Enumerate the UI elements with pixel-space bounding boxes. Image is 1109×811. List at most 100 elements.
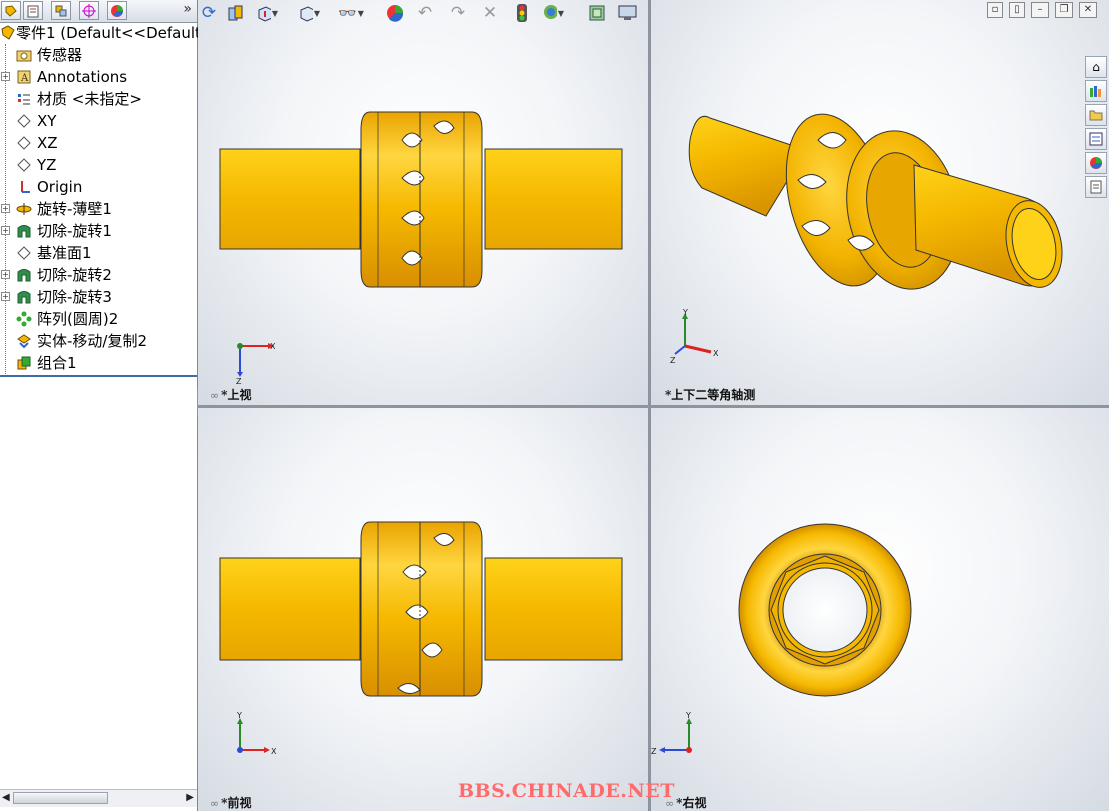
tree-more-chevron-icon[interactable]: »	[183, 1, 192, 17]
two-view-icon[interactable]: ▯	[1009, 2, 1025, 18]
task-pane-tabs: ⌂	[1083, 55, 1109, 200]
revolve-thin-icon	[16, 203, 32, 215]
close-icon[interactable]: ✕	[1079, 2, 1097, 18]
display-manager-icon	[111, 4, 123, 17]
triad-dimetric: Y X Z	[670, 308, 719, 365]
view-palette-icon[interactable]	[1085, 128, 1107, 150]
expand-plus-icon[interactable]: +	[1, 292, 10, 301]
feature-manager-panel: » 零件1 (Default<<Default 传感器 + A Annotations…	[0, 0, 201, 811]
dimxpert-manager-tab[interactable]	[79, 1, 99, 20]
tree-node-label: 切除-旋转3	[37, 288, 112, 306]
viewport-front-label: ∞ *前视	[210, 794, 251, 811]
tree-node[interactable]: + 切除-旋转3	[0, 286, 197, 308]
configuration-manager-tab[interactable]	[51, 1, 71, 20]
home-icon[interactable]: ⌂	[1085, 56, 1107, 78]
viewport-top-text: *上视	[221, 388, 252, 402]
hide-show-icon[interactable]: 👓 ▼	[338, 2, 364, 24]
expand-plus-icon[interactable]: +	[1, 270, 10, 279]
redo-icon[interactable]: ↷	[447, 2, 469, 24]
tree-node[interactable]: + A Annotations	[0, 66, 197, 88]
circular-pattern-icon	[16, 311, 32, 327]
scroll-left-arrow-icon[interactable]: ◀	[2, 792, 10, 803]
tree-root-part[interactable]: 零件1 (Default<<Default	[0, 22, 201, 44]
viewport-window-controls: ▫ ▯ – ❐ ✕	[987, 2, 1097, 18]
tree-node[interactable]: 材质 <未指定>	[0, 88, 197, 110]
tree-node-label: 传感器	[37, 46, 83, 64]
minimize-icon[interactable]: –	[1031, 2, 1049, 18]
view-settings-icon[interactable]	[586, 2, 608, 24]
expand-plus-icon[interactable]: +	[1, 226, 10, 235]
viewport-top-label: ∞ *上视	[210, 386, 251, 403]
tree-node[interactable]: + 切除-旋转1	[0, 220, 197, 242]
property-manager-icon	[27, 5, 39, 17]
tree-node[interactable]: + 旋转-薄壁1	[0, 198, 197, 220]
rotate-icon[interactable]: ⟳	[198, 2, 220, 24]
tree-node[interactable]: 实体-移动/复制2	[0, 330, 197, 352]
viewport-front-text: *前视	[221, 796, 252, 810]
restore-icon[interactable]: ❐	[1055, 2, 1073, 18]
tree-root-label: 零件1 (Default<<Default	[16, 24, 201, 42]
origin-icon	[21, 181, 30, 193]
cut-revolve-icon	[17, 291, 31, 304]
configuration-manager-icon	[55, 5, 67, 16]
tree-node[interactable]: XY	[0, 110, 197, 132]
monitor-icon[interactable]	[617, 2, 639, 24]
section-view-icon[interactable]	[224, 2, 246, 24]
file-explorer-icon[interactable]	[1085, 104, 1107, 126]
appearance-icon[interactable]	[384, 2, 406, 24]
scroll-right-arrow-icon[interactable]: ▶	[186, 792, 194, 803]
tree-node-label: 实体-移动/复制2	[37, 332, 148, 350]
single-view-icon[interactable]: ▫	[987, 2, 1003, 18]
tree-node[interactable]: + 切除-旋转2	[0, 264, 197, 286]
front-axis-x-label: X	[271, 747, 277, 756]
viewport-top[interactable]: X Z ∞ *上视 ⟳ ▼ ▼ 👓 ▼ ↶ ↷ ✕ ▼	[198, 0, 648, 405]
plane-icon	[17, 114, 31, 128]
view-orientation-icon[interactable]: ▼	[256, 2, 278, 24]
watermark-text: BBS.CHINADE.NET	[458, 780, 675, 802]
svg-text:A: A	[20, 73, 29, 84]
tree-node-label: XY	[37, 112, 57, 130]
tree-node[interactable]: 组合1	[0, 352, 197, 374]
tree-node-label: 阵列(圆周)2	[37, 310, 119, 328]
property-manager-tab[interactable]	[23, 1, 43, 20]
tree-node-label: 基准面1	[37, 244, 92, 262]
tree-node-label: YZ	[37, 156, 57, 174]
tree-node[interactable]: 基准面1	[0, 242, 197, 264]
custom-properties-icon[interactable]	[1085, 176, 1107, 198]
feature-manager-tab[interactable]	[1, 1, 21, 20]
viewport-front[interactable]: Y X ∞ *前视	[198, 408, 648, 811]
undo-icon[interactable]: ↶	[414, 2, 436, 24]
plane-icon	[17, 136, 31, 150]
tree-horizontal-scrollbar[interactable]: ◀ ▶	[0, 789, 197, 807]
traffic-light-icon[interactable]	[511, 2, 533, 24]
expand-plus-icon[interactable]: +	[1, 72, 10, 81]
scroll-thumb[interactable]	[13, 792, 108, 804]
vertical-viewport-splitter[interactable]	[648, 0, 651, 811]
expand-plus-icon[interactable]: +	[1, 204, 10, 213]
heads-up-view-toolbar: ⟳ ▼ ▼ 👓 ▼ ↶ ↷ ✕ ▼	[198, 0, 648, 28]
graphics-area[interactable]: X Z ∞ *上视 ⟳ ▼ ▼ 👓 ▼ ↶ ↷ ✕ ▼ Y X Z *上下二等角…	[198, 0, 1109, 811]
appearances-icon[interactable]	[1085, 152, 1107, 174]
right-axis-y-label: Y	[685, 712, 691, 720]
tree-node[interactable]: 传感器	[0, 44, 197, 66]
design-library-icon[interactable]	[1085, 80, 1107, 102]
tree-node-label: Annotations	[37, 68, 128, 86]
tree-node-label: 组合1	[37, 354, 77, 372]
link-views-icon: ∞	[210, 797, 220, 810]
tree-node[interactable]: XZ	[0, 132, 197, 154]
viewport-dimetric[interactable]: Y X Z *上下二等角轴测 ▫ ▯ – ❐ ✕ ⌂	[651, 0, 1109, 405]
tree-node[interactable]: Origin	[0, 176, 197, 198]
viewport-right[interactable]: Y Z ∞ *右视	[651, 408, 1109, 811]
combine-icon	[17, 356, 31, 370]
triad-right: Y Z	[651, 712, 692, 756]
display-manager-tab[interactable]	[107, 1, 127, 20]
axis-x-label: X	[270, 342, 276, 351]
tree-node[interactable]: YZ	[0, 154, 197, 176]
close-x-icon[interactable]: ✕	[479, 2, 501, 24]
display-style-icon[interactable]: ▼	[298, 2, 320, 24]
horizontal-viewport-splitter[interactable]	[198, 405, 1109, 408]
scene-icon[interactable]: ▼	[542, 2, 564, 24]
tree-node-label: XZ	[37, 134, 58, 152]
annotations-icon: A	[17, 70, 31, 84]
tree-node[interactable]: 阵列(圆周)2	[0, 308, 197, 330]
